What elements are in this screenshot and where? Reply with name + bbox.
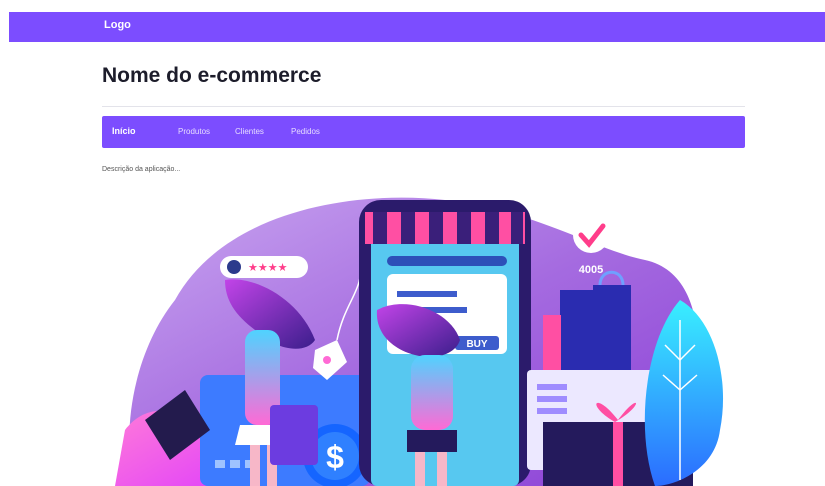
phone-search-bar (387, 256, 507, 266)
phone-awning (365, 212, 525, 244)
rating-stars: ★★★★ (248, 261, 288, 274)
dollar-symbol: $ (326, 439, 344, 475)
shopping-bag-blue (593, 285, 631, 380)
top-header-bar: Logo (9, 12, 825, 42)
nav-item-produtos[interactable]: Produtos (178, 127, 210, 136)
shopping-bag-purple (270, 405, 318, 465)
nav-item-clientes[interactable]: Clientes (235, 127, 264, 136)
app-description: Descrição da aplicação... (102, 166, 181, 173)
woman-center-body (411, 355, 453, 430)
main-navbar: Início Produtos Clientes Pedidos (102, 116, 745, 148)
nav-item-inicio[interactable]: Início (112, 126, 136, 136)
check-badge-icon (573, 217, 609, 253)
logo[interactable]: Logo (104, 19, 131, 31)
badge-count: 4005 (579, 264, 603, 276)
page-title: Nome do e-commerce (102, 64, 322, 87)
divider (102, 106, 745, 107)
buy-button-label: BUY (466, 339, 487, 350)
shopping-bag-pink (543, 315, 561, 375)
nav-item-pedidos[interactable]: Pedidos (291, 127, 320, 136)
hero-illustration: $ ★★★★ BUY 4005 (115, 197, 724, 486)
